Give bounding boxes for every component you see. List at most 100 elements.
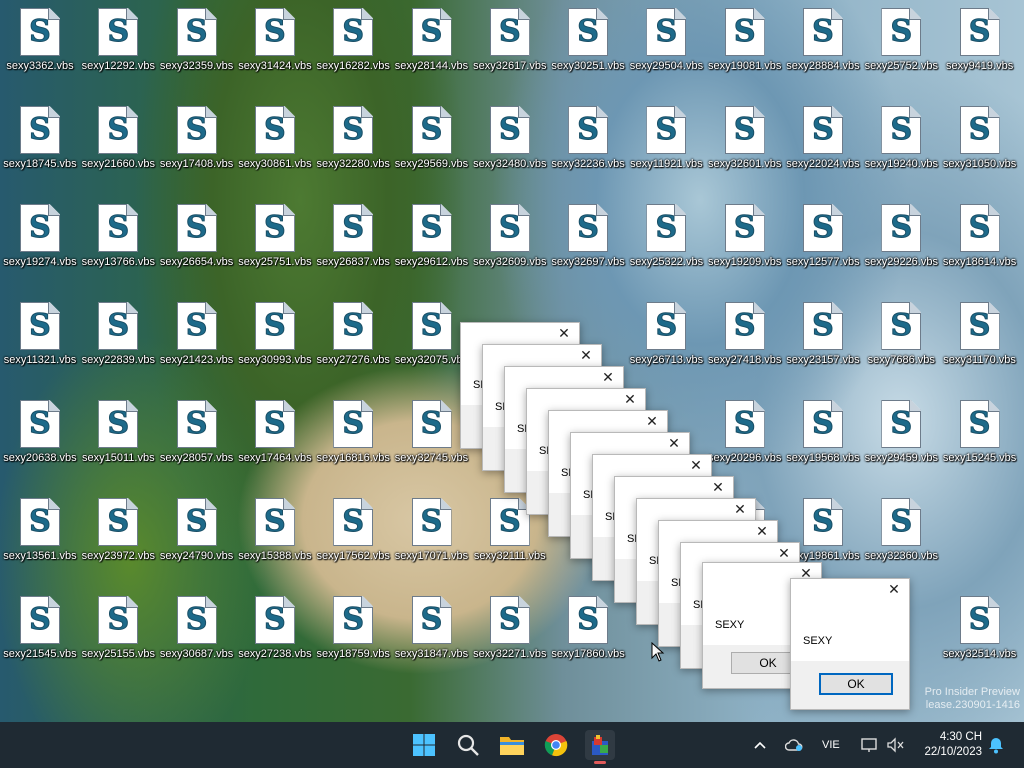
desktop-icon-file[interactable]: S S sexy30251.vbs	[549, 0, 627, 80]
desktop-icon-file[interactable]: S S sexy22024.vbs	[784, 98, 862, 178]
desktop-icon-file[interactable]: S S sexy27276.vbs	[314, 294, 392, 374]
desktop-icon-file[interactable]: S S sexy20638.vbs	[1, 392, 79, 472]
desktop-icon-file[interactable]: S S sexy32745.vbs	[393, 392, 471, 472]
desktop-icon-file[interactable]: S S sexy30687.vbs	[158, 588, 236, 668]
desktop-icon-file[interactable]: S S sexy29459.vbs	[862, 392, 940, 472]
close-icon[interactable]: ✕	[753, 523, 771, 541]
close-icon[interactable]: ✕	[687, 457, 705, 475]
desktop-icon-file[interactable]: S S sexy27238.vbs	[236, 588, 314, 668]
desktop-icon-file[interactable]: S S sexy3362.vbs	[1, 0, 79, 80]
desktop-icon-file[interactable]: S S sexy32075.vbs	[393, 294, 471, 374]
desktop-icon-file[interactable]: S S sexy21423.vbs	[158, 294, 236, 374]
windows-logo-icon[interactable]	[409, 730, 439, 760]
desktop-icon-file[interactable]: S S sexy32280.vbs	[314, 98, 392, 178]
desktop-icon-file[interactable]: S S sexy26713.vbs	[627, 294, 705, 374]
desktop-icon-file[interactable]: S S sexy31424.vbs	[236, 0, 314, 80]
desktop-icon-file[interactable]: S S sexy32601.vbs	[706, 98, 784, 178]
desktop-icon-file[interactable]: S S sexy23972.vbs	[79, 490, 157, 570]
desktop-icon-file[interactable]: S S sexy31170.vbs	[941, 294, 1019, 374]
desktop-icon-file[interactable]: S S sexy18745.vbs	[1, 98, 79, 178]
desktop-icon-file[interactable]: S S sexy19209.vbs	[706, 196, 784, 276]
desktop-icon-file[interactable]: S S sexy32359.vbs	[158, 0, 236, 80]
desktop-icon-file[interactable]: S S sexy32236.vbs	[549, 98, 627, 178]
desktop-icon-file[interactable]: S S sexy15011.vbs	[79, 392, 157, 472]
close-icon[interactable]: ✕	[709, 479, 727, 497]
desktop-icon-file[interactable]: S S sexy28884.vbs	[784, 0, 862, 80]
desktop-icon-file[interactable]: S S sexy32360.vbs	[862, 490, 940, 570]
clock[interactable]: 4:30 CH 22/10/2023	[918, 722, 982, 768]
cloud-icon[interactable]	[785, 722, 803, 768]
close-icon[interactable]: ✕	[555, 325, 573, 343]
desktop-icon-file[interactable]: S S sexy25322.vbs	[627, 196, 705, 276]
desktop-icon-file[interactable]: S S sexy32480.vbs	[471, 98, 549, 178]
desktop-icon-file[interactable]: S S sexy19081.vbs	[706, 0, 784, 80]
language-indicator[interactable]: VIE	[822, 722, 840, 768]
folder-icon[interactable]	[497, 730, 527, 760]
desktop-icon-file[interactable]: S S sexy32271.vbs	[471, 588, 549, 668]
desktop-icon-file[interactable]: S S sexy21660.vbs	[79, 98, 157, 178]
desktop-icon-file[interactable]: S S sexy16282.vbs	[314, 0, 392, 80]
desktop-icon-file[interactable]: S S sexy29569.vbs	[393, 98, 471, 178]
desktop-icon-file[interactable]: S S sexy26654.vbs	[158, 196, 236, 276]
desktop-icon-file[interactable]: S S sexy25155.vbs	[79, 588, 157, 668]
close-icon[interactable]: ✕	[577, 347, 595, 365]
desktop-icon-file[interactable]: S S sexy24790.vbs	[158, 490, 236, 570]
desktop-icon-file[interactable]: S S sexy30861.vbs	[236, 98, 314, 178]
desktop-icon-file[interactable]: S S sexy27418.vbs	[706, 294, 784, 374]
chrome-icon[interactable]	[541, 730, 571, 760]
desktop-icon-file[interactable]: S S sexy18759.vbs	[314, 588, 392, 668]
close-icon[interactable]: ✕	[621, 391, 639, 409]
desktop-icon-file[interactable]: S S sexy17071.vbs	[393, 490, 471, 570]
desktop-icon-file[interactable]: S S sexy19240.vbs	[862, 98, 940, 178]
bell-icon[interactable]	[988, 722, 1004, 768]
desktop-icon-file[interactable]: S S sexy29226.vbs	[862, 196, 940, 276]
close-icon[interactable]: ✕	[665, 435, 683, 453]
desktop-icon-file[interactable]: S S sexy11921.vbs	[627, 98, 705, 178]
close-icon[interactable]: ✕	[643, 413, 661, 431]
desktop-icon-file[interactable]: S S sexy9419.vbs	[941, 0, 1019, 80]
desktop-icon-file[interactable]: S S sexy25752.vbs	[862, 0, 940, 80]
close-icon[interactable]: ✕	[775, 545, 793, 563]
close-icon[interactable]: ✕	[885, 581, 903, 599]
desktop-icon-file[interactable]: S S sexy32617.vbs	[471, 0, 549, 80]
desktop-icon-file[interactable]: S S sexy17464.vbs	[236, 392, 314, 472]
desktop-icon-file[interactable]: S S sexy32609.vbs	[471, 196, 549, 276]
ok-button[interactable]: OK	[819, 673, 893, 695]
desktop-icon-file[interactable]: S S sexy15245.vbs	[941, 392, 1019, 472]
desktop-icon-file[interactable]: S S sexy13561.vbs	[1, 490, 79, 570]
desktop-icon-file[interactable]: S S sexy16816.vbs	[314, 392, 392, 472]
desktop-icon-file[interactable]: S S sexy29504.vbs	[627, 0, 705, 80]
desktop-icon-file[interactable]: S S sexy21545.vbs	[1, 588, 79, 668]
desktop-icon-file[interactable]: S S sexy20296.vbs	[706, 392, 784, 472]
volume-muted-icon[interactable]	[886, 722, 904, 768]
close-icon[interactable]: ✕	[599, 369, 617, 387]
desktop-icon-file[interactable]: S S sexy32697.vbs	[549, 196, 627, 276]
desktop-icon-file[interactable]: S S sexy29612.vbs	[393, 196, 471, 276]
script-app-icon[interactable]	[585, 730, 615, 764]
desktop-icon-file[interactable]: S S sexy11321.vbs	[1, 294, 79, 374]
desktop-icon-file[interactable]: S S sexy19568.vbs	[784, 392, 862, 472]
desktop-icon-file[interactable]: S S sexy28144.vbs	[393, 0, 471, 80]
chevron-up-icon[interactable]	[753, 722, 767, 768]
desktop-icon-file[interactable]: S S sexy31847.vbs	[393, 588, 471, 668]
desktop-icon-file[interactable]: S S sexy30993.vbs	[236, 294, 314, 374]
desktop-icon-file[interactable]: S S sexy18614.vbs	[941, 196, 1019, 276]
close-icon[interactable]: ✕	[731, 501, 749, 519]
search-icon[interactable]	[453, 730, 483, 760]
desktop-icon-file[interactable]: S S sexy12292.vbs	[79, 0, 157, 80]
desktop-icon-file[interactable]: S S sexy23157.vbs	[784, 294, 862, 374]
desktop-icon-file[interactable]: S S sexy28057.vbs	[158, 392, 236, 472]
desktop-icon-file[interactable]: S S sexy32514.vbs	[941, 588, 1019, 668]
desktop-icon-file[interactable]: S S sexy7686.vbs	[862, 294, 940, 374]
desktop-icon-file[interactable]: S S sexy25751.vbs	[236, 196, 314, 276]
desktop-icon-file[interactable]: S S sexy22839.vbs	[79, 294, 157, 374]
desktop-icon-file[interactable]: S S sexy17408.vbs	[158, 98, 236, 178]
desktop-icon-file[interactable]: S S sexy31050.vbs	[941, 98, 1019, 178]
desktop-icon-file[interactable]: S S sexy17562.vbs	[314, 490, 392, 570]
desktop-icon-file[interactable]: S S sexy26837.vbs	[314, 196, 392, 276]
desktop-icon-file[interactable]: S S sexy13766.vbs	[79, 196, 157, 276]
desktop-icon-file[interactable]: S S sexy12577.vbs	[784, 196, 862, 276]
network-icon[interactable]	[860, 722, 878, 768]
desktop-icon-file[interactable]: S S sexy15388.vbs	[236, 490, 314, 570]
desktop-icon-file[interactable]: S S sexy19274.vbs	[1, 196, 79, 276]
